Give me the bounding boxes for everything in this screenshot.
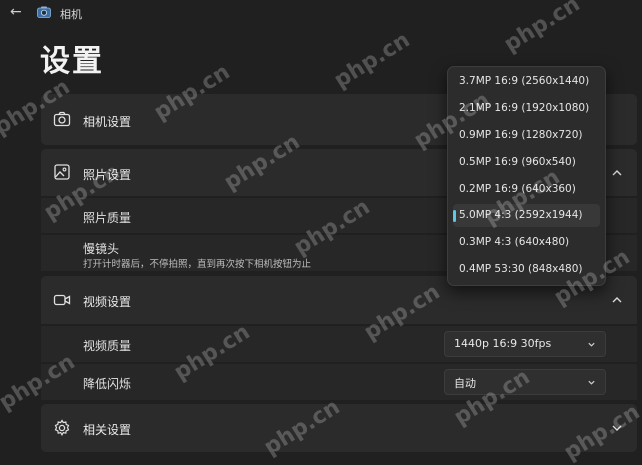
resolution-option-label: 0.3MP 4:3 (640x480) [459, 236, 570, 248]
video-quality-row: 视频质量 1440p 16:9 30fps [41, 326, 637, 362]
timelapse-label: 慢镜头 [83, 242, 120, 256]
resolution-option[interactable]: 3.7MP 16:9 (2560x1440) [453, 70, 600, 93]
resolution-option-label: 0.4MP 53:30 (848x480) [459, 263, 583, 275]
chevron-down-icon [588, 380, 595, 385]
video-quality-value: 1440p 16:9 30fps [454, 337, 552, 350]
gear-icon [54, 419, 70, 436]
video-camera-icon [53, 294, 71, 306]
chevron-down-icon [588, 342, 595, 347]
resolution-option[interactable]: 0.9MP 16:9 (1280x720) [453, 124, 600, 147]
camera-settings-label: 相机设置 [83, 115, 132, 129]
app-title: 相机 [60, 8, 82, 21]
resolution-option[interactable]: 0.3MP 4:3 (640x480) [453, 231, 600, 254]
resolution-option[interactable]: 0.5MP 16:9 (960x540) [453, 151, 600, 174]
camera-app-icon [37, 6, 51, 18]
flicker-row: 降低闪烁 自动 [41, 364, 637, 400]
chevron-up-icon[interactable] [611, 294, 623, 306]
related-settings-label: 相关设置 [83, 423, 132, 437]
flicker-value: 自动 [454, 377, 476, 390]
video-quality-dropdown[interactable]: 1440p 16:9 30fps [444, 331, 606, 357]
camera-icon [53, 111, 71, 127]
back-arrow-icon[interactable]: ← [10, 4, 26, 20]
timelapse-description: 打开计时器后，不停拍照，直到再次按下相机按钮为止 [83, 259, 312, 270]
page-title: 设置 [40, 44, 104, 79]
resolution-option-label: 0.5MP 16:9 (960x540) [459, 156, 576, 168]
resolution-option-label: 0.9MP 16:9 (1280x720) [459, 129, 583, 141]
flicker-label: 降低闪烁 [83, 377, 132, 391]
resolution-option-label: 3.7MP 16:9 (2560x1440) [459, 75, 590, 87]
watermark: php.cn [329, 27, 415, 94]
video-quality-label: 视频质量 [83, 339, 132, 353]
video-settings-label: 视频设置 [83, 295, 132, 309]
chevron-up-icon[interactable] [611, 167, 623, 179]
photo-quality-label: 照片质量 [83, 211, 132, 225]
photo-icon [54, 164, 70, 180]
